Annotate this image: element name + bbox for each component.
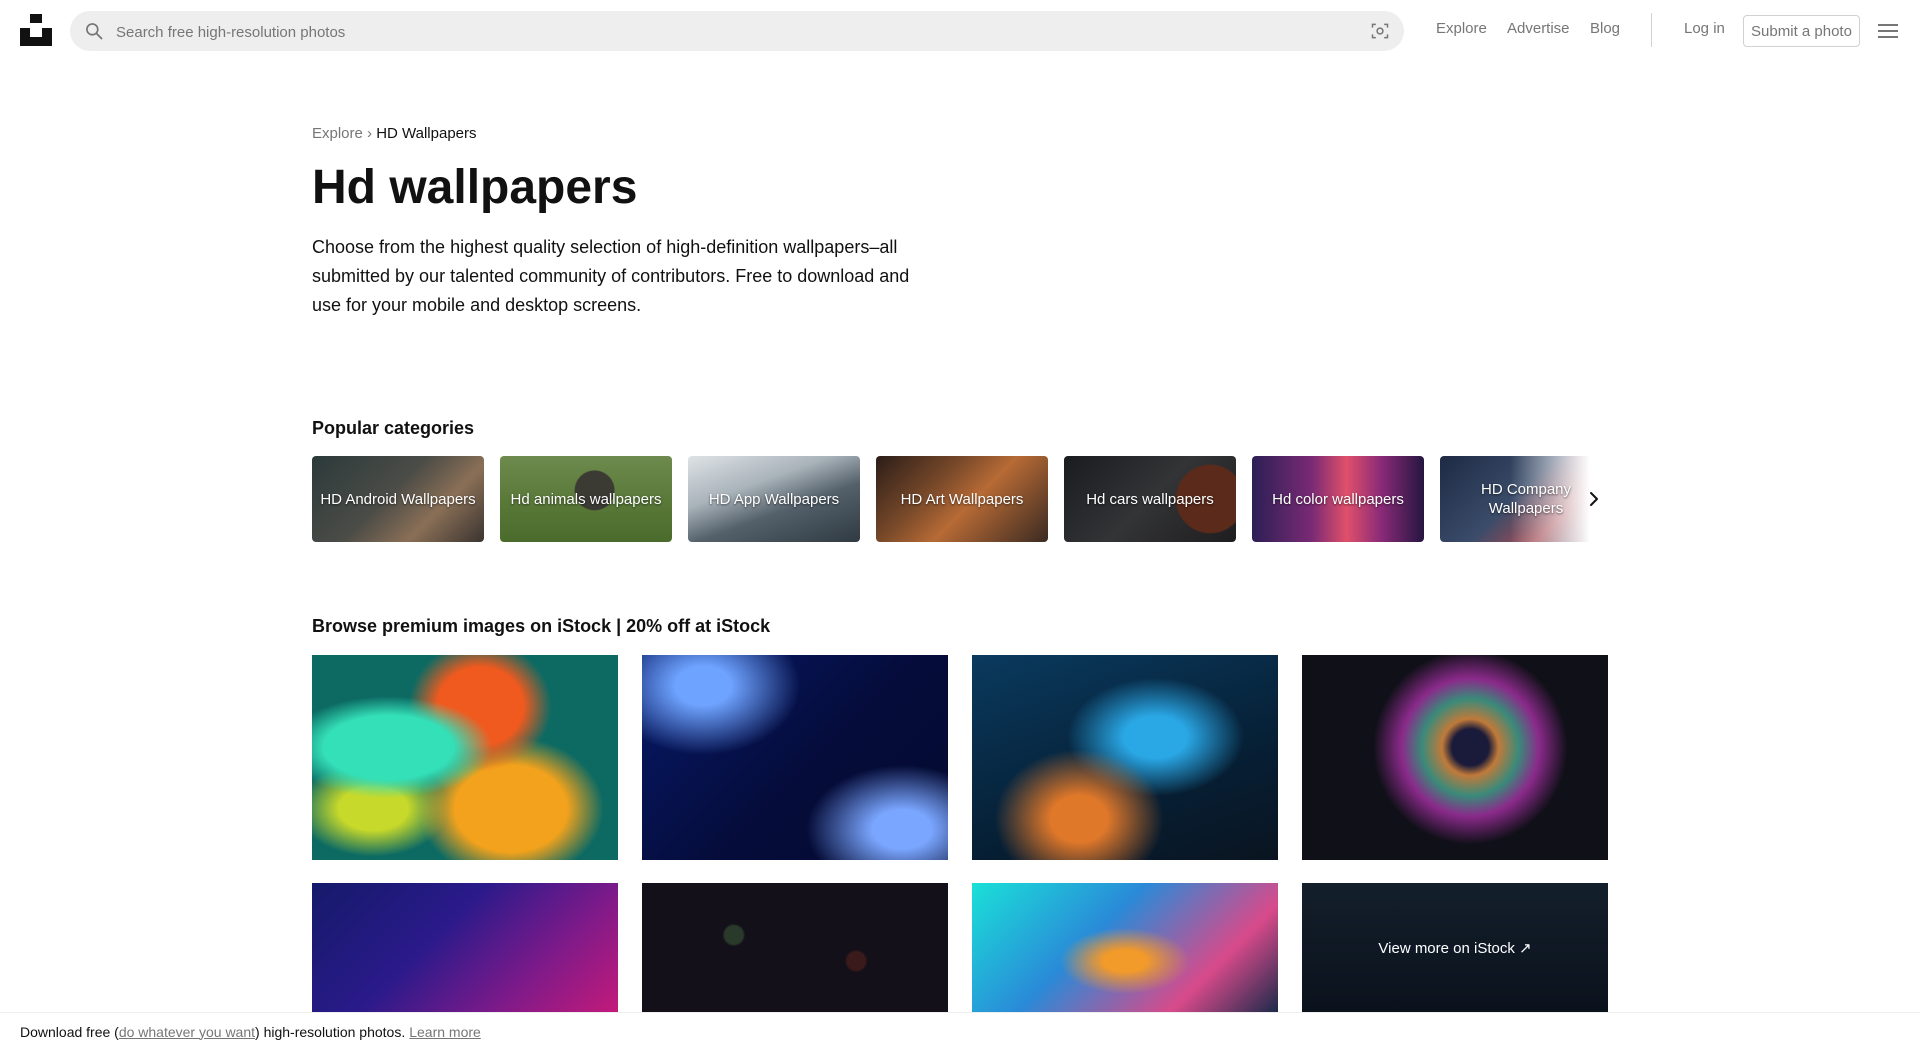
category-label: Hd animals wallpapers bbox=[510, 490, 662, 508]
page-title: Hd wallpapers bbox=[312, 161, 638, 214]
category-label: HD Company Wallpapers bbox=[1480, 481, 1572, 517]
istock-view-more-tile[interactable]: View more on iStock ↗ bbox=[1302, 883, 1608, 1013]
istock-image-tile[interactable] bbox=[642, 655, 948, 860]
top-navbar: Explore Advertise Blog Log in Submit a p… bbox=[0, 0, 1920, 62]
nav-divider bbox=[1651, 13, 1652, 47]
unsplash-logo-icon[interactable] bbox=[20, 14, 52, 46]
istock-image-tile[interactable] bbox=[642, 883, 948, 1013]
search-bar[interactable] bbox=[70, 11, 1404, 53]
popular-categories-carousel: HD Android Wallpapers Hd animals wallpap… bbox=[312, 456, 1608, 542]
submit-photo-button[interactable]: Submit a photo bbox=[1743, 15, 1860, 47]
istock-image-tile[interactable] bbox=[312, 655, 618, 860]
search-input[interactable] bbox=[114, 11, 1318, 53]
istock-heading-rest: | 20% off at iStock bbox=[616, 616, 771, 636]
istock-image-tile[interactable] bbox=[972, 655, 1278, 860]
istock-image-tile[interactable] bbox=[1302, 655, 1608, 860]
category-card[interactable]: Hd cars wallpapers bbox=[1064, 456, 1236, 542]
nav-advertise-link[interactable]: Advertise bbox=[1507, 20, 1570, 37]
breadcrumb: Explore › HD Wallpapers bbox=[312, 125, 477, 142]
category-card[interactable]: Hd animals wallpapers bbox=[500, 456, 672, 542]
breadcrumb-explore-link[interactable]: Explore bbox=[312, 125, 363, 142]
license-middle: ) high-resolution photos. bbox=[255, 1023, 406, 1040]
license-prefix: Download free ( bbox=[20, 1023, 119, 1040]
license-banner: Download free ( do whatever you want ) h… bbox=[0, 1012, 1920, 1050]
istock-image-tile[interactable] bbox=[972, 883, 1278, 1013]
category-card[interactable]: HD Android Wallpapers bbox=[312, 456, 484, 542]
breadcrumb-separator: › bbox=[367, 125, 373, 142]
istock-image-tile[interactable] bbox=[312, 883, 618, 1013]
category-card[interactable]: HD Art Wallpapers bbox=[876, 456, 1048, 542]
category-label: Hd cars wallpapers bbox=[1086, 490, 1214, 508]
istock-heading-bold: Browse premium images on iStock bbox=[312, 616, 612, 636]
category-label: Hd color wallpapers bbox=[1272, 490, 1404, 508]
category-label: HD App Wallpapers bbox=[708, 490, 840, 508]
do-whatever-link[interactable]: do whatever you want bbox=[119, 1024, 255, 1040]
search-icon[interactable] bbox=[84, 21, 104, 41]
category-label: HD Art Wallpapers bbox=[900, 490, 1024, 508]
category-card[interactable]: Hd color wallpapers bbox=[1252, 456, 1424, 542]
visual-search-icon[interactable] bbox=[1370, 21, 1390, 41]
nav-explore-link[interactable]: Explore bbox=[1436, 20, 1487, 37]
category-card[interactable]: HD App Wallpapers bbox=[688, 456, 860, 542]
popular-categories-heading: Popular categories bbox=[312, 418, 475, 438]
page-description: Choose from the highest quality selectio… bbox=[312, 237, 910, 315]
menu-icon[interactable] bbox=[1876, 20, 1900, 42]
breadcrumb-current: HD Wallpapers bbox=[376, 125, 477, 142]
nav-blog-link[interactable]: Blog bbox=[1590, 20, 1620, 37]
category-label: HD Android Wallpapers bbox=[320, 490, 476, 508]
learn-more-link[interactable]: Learn more bbox=[409, 1024, 481, 1040]
login-link[interactable]: Log in bbox=[1684, 20, 1725, 37]
view-more-link[interactable]: View more on iStock ↗ bbox=[1302, 883, 1608, 1013]
istock-heading: Browse premium images on iStock | 20% of… bbox=[312, 616, 770, 637]
